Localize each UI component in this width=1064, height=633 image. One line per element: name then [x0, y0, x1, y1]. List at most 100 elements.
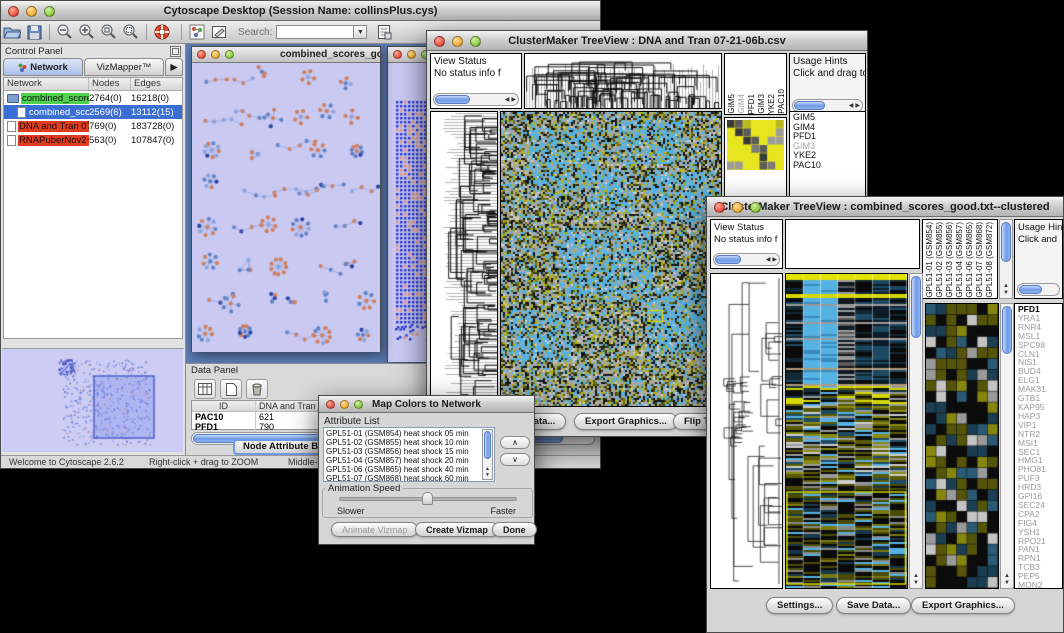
column-label[interactable]: GPL51-08 (GSM872) — [985, 222, 995, 298]
attribute-list-item[interactable]: GPL51-03 (GSM856) heat shock 15 min — [326, 447, 492, 456]
tab-vizmapper[interactable]: VizMapper™ — [84, 58, 164, 76]
zoom-button[interactable] — [44, 6, 55, 17]
zoom-fit-icon[interactable] — [120, 23, 142, 42]
network-row[interactable]: combined_scores2764(0)16218(0) — [4, 91, 182, 105]
scrollbar-thumb[interactable] — [435, 95, 470, 104]
network-row[interactable]: RNAPuberNov2+563(0)107847(0) — [4, 133, 182, 147]
scrollbar-arrows[interactable]: ▲▼ — [910, 573, 922, 587]
column-label[interactable]: GIM3 — [757, 94, 767, 114]
column-label[interactable]: PAC10 — [777, 89, 787, 114]
search-dropdown-arrow[interactable]: ▼ — [354, 25, 367, 39]
attribute-list-item[interactable]: GPL51-06 (GSM865) heat shock 40 min — [326, 465, 492, 474]
close-button[interactable] — [434, 36, 445, 47]
tv1-row-dendrogram-canvas[interactable] — [431, 112, 497, 406]
column-label[interactable]: GIM5 — [727, 94, 737, 114]
move-up-button[interactable]: ∧ — [500, 436, 530, 449]
column-label[interactable]: GPL51-03 (GSM856) — [945, 222, 955, 298]
move-down-button[interactable]: ∨ — [500, 453, 530, 466]
tv2-export-graphics-button[interactable]: Export Graphics... — [911, 597, 1015, 614]
network-row[interactable]: combined_sco2569(6)13112(15) — [4, 105, 182, 119]
animate-vizmap-button[interactable]: Animate Vizmap — [331, 522, 418, 537]
notes-icon[interactable] — [373, 23, 395, 42]
attribute-list-item[interactable]: GPL51-01 (GSM854) heat shock 05 min — [326, 429, 492, 438]
new-attribute-icon[interactable] — [220, 379, 242, 399]
scrollbar-thumb[interactable] — [1002, 306, 1012, 354]
network-overview-icon[interactable] — [186, 23, 208, 42]
column-label[interactable]: GPL51-07 (GSM868) — [975, 222, 985, 298]
zoom-button[interactable] — [354, 400, 363, 409]
minimize-button[interactable] — [732, 202, 743, 213]
close-button[interactable] — [326, 400, 335, 409]
minimize-button[interactable] — [26, 6, 37, 17]
column-label[interactable]: PFD1 — [747, 94, 757, 114]
scrollbar-thumb[interactable] — [911, 276, 921, 338]
save-icon[interactable] — [23, 23, 45, 42]
float-panel-icon[interactable] — [170, 46, 181, 57]
zoom-button[interactable] — [225, 50, 234, 59]
zoom-button[interactable] — [750, 202, 761, 213]
tv2-labels-vscrollbar[interactable]: ▲▼ — [999, 219, 1013, 299]
tv2-heatmap-canvas[interactable] — [786, 274, 907, 588]
select-attributes-icon[interactable] — [194, 379, 216, 399]
scrollbar-arrows[interactable]: ▲▼ — [483, 466, 492, 478]
tv1-heatmap-canvas[interactable] — [501, 112, 721, 406]
open-icon[interactable] — [1, 23, 23, 42]
close-button[interactable] — [714, 202, 725, 213]
attribute-list-vscrollbar[interactable]: ▲▼ — [482, 429, 493, 480]
scrollbar-arrows[interactable]: ◀▶ — [766, 254, 777, 265]
network-canvas[interactable] — [192, 63, 380, 352]
tv2-zoom-heatmap-canvas[interactable] — [926, 304, 998, 588]
tv1-zoom-heatmap-canvas[interactable] — [727, 120, 784, 170]
gene-label[interactable]: PAC10 — [793, 161, 865, 171]
annotation-icon[interactable] — [208, 23, 230, 42]
done-button[interactable]: Done — [492, 522, 537, 537]
column-label[interactable]: GIM4 — [737, 94, 747, 114]
column-label[interactable]: GPL51-06 (GSM865) — [965, 222, 975, 298]
dialog-titlebar[interactable]: Map Colors to Network — [319, 396, 534, 413]
close-button[interactable] — [197, 50, 206, 59]
attribute-list-item[interactable]: GPL51-02 (GSM855) heat shock 10 min — [326, 438, 492, 447]
help-lifering-icon[interactable] — [151, 23, 173, 42]
zoom-in-icon[interactable] — [76, 23, 98, 42]
network-row[interactable]: DNA and Tran 07769(0)183728(0) — [4, 119, 182, 133]
tv2-usage-hscrollbar[interactable] — [1017, 283, 1060, 296]
animation-slider-thumb[interactable] — [422, 492, 433, 505]
scrollbar-arrows[interactable]: ▲▼ — [1000, 283, 1012, 297]
minimize-button[interactable] — [211, 50, 220, 59]
attribute-list-item[interactable]: GPL51-07 (GSM868) heat shock 60 min — [326, 474, 492, 482]
minimize-button[interactable] — [340, 400, 349, 409]
scrollbar-thumb[interactable] — [1019, 285, 1042, 294]
zoom-out-icon[interactable] — [54, 23, 76, 42]
column-label[interactable]: GPL51-01 (GSM854) — [925, 222, 935, 298]
tv2-settings-button[interactable]: Settings... — [766, 597, 833, 614]
scrollbar-arrows[interactable]: ▲▼ — [1001, 573, 1013, 587]
scrollbar-arrows[interactable]: ◀▶ — [849, 100, 860, 111]
gene-label[interactable]: MON2 — [1018, 581, 1062, 589]
attribute-list-item[interactable]: GPL51-04 (GSM857) heat shock 20 min — [326, 456, 492, 465]
attribute-listbox[interactable]: GPL51-01 (GSM854) heat shock 05 minGPL51… — [323, 427, 495, 482]
column-label[interactable]: GPL51-04 (GSM857) — [955, 222, 965, 298]
scrollbar-thumb[interactable] — [794, 101, 825, 110]
column-label[interactable]: GPL51-02 (GSM855) — [935, 222, 945, 298]
close-button[interactable] — [393, 50, 402, 59]
tab-overflow-arrow[interactable]: ▶ — [165, 58, 183, 76]
network-window1-titlebar[interactable]: combined_scores_good.txt--cluste... — [192, 47, 380, 63]
treeview2-titlebar[interactable]: ClusterMaker TreeView : combined_scores_… — [707, 197, 1063, 217]
scrollbar-thumb[interactable] — [484, 431, 491, 459]
birdseye-canvas[interactable] — [2, 349, 183, 452]
minimize-button[interactable] — [407, 50, 416, 59]
delete-attribute-icon[interactable] — [246, 379, 268, 399]
column-label[interactable]: YKE2 — [767, 94, 777, 114]
tv1-column-dendrogram-canvas[interactable] — [525, 54, 721, 108]
treeview1-titlebar[interactable]: ClusterMaker TreeView : DNA and Tran 07-… — [427, 31, 867, 51]
search-input[interactable] — [276, 25, 354, 39]
tv2-status-hscrollbar[interactable]: ◀▶ — [713, 253, 780, 266]
minimize-button[interactable] — [452, 36, 463, 47]
scrollbar-thumb[interactable] — [1001, 222, 1011, 262]
create-vizmap-button[interactable]: Create Vizmap — [415, 522, 499, 537]
zoom-selected-icon[interactable] — [98, 23, 120, 42]
scrollbar-arrows[interactable]: ◀▶ — [505, 94, 516, 105]
tv2-zoom-vscrollbar[interactable]: ▲▼ — [1000, 303, 1014, 589]
tv1-export-graphics-button[interactable]: Export Graphics... — [574, 413, 678, 430]
tv2-row-dendrogram-canvas[interactable] — [711, 274, 782, 588]
